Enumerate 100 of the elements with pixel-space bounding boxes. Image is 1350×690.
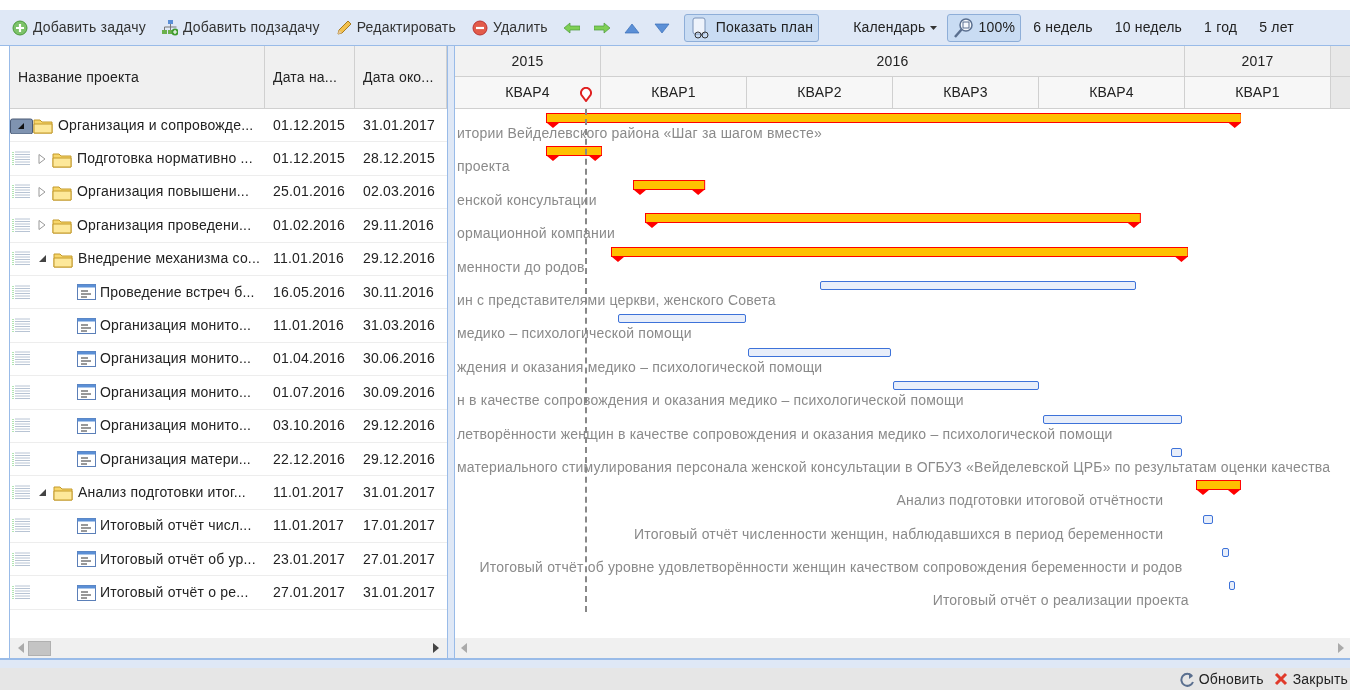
task-icon — [77, 551, 96, 568]
expand-toggle-icon[interactable] — [10, 116, 33, 135]
zoom-toggle[interactable]: 100% — [946, 13, 1022, 42]
pencil-icon — [335, 19, 352, 36]
expanded-arrow-icon[interactable] — [38, 254, 47, 264]
date-cell-text: 29.12.2016 — [362, 449, 437, 469]
tree-item-label[interactable]: Внедрение механизма со... — [78, 248, 261, 270]
toolbar-button[interactable]: Редактировать — [335, 17, 456, 38]
date-cell-text: 01.12.2015 — [272, 115, 347, 135]
tree-item-label[interactable]: Организация монито... — [100, 348, 252, 370]
arrow-left-icon[interactable] — [563, 21, 580, 34]
drag-handle-icon[interactable] — [12, 418, 31, 434]
summary-bar — [1196, 480, 1242, 496]
drag-handle-icon[interactable] — [12, 318, 31, 334]
scale-button[interactable]: 5 лет — [1259, 17, 1294, 38]
drag-handle-icon[interactable] — [12, 184, 31, 200]
folder-icon — [53, 483, 74, 502]
bar-label: енской консультации — [457, 192, 597, 208]
date-cell-text: 02.03.2016 — [362, 182, 437, 202]
drag-handle-icon[interactable] — [12, 551, 31, 567]
calendar-menu[interactable]: Календарь — [853, 17, 937, 38]
toolbar-button[interactable]: Добавить подзадачу — [161, 17, 320, 38]
triangle-up-icon[interactable] — [623, 21, 640, 34]
collapsed-arrow-icon[interactable] — [38, 153, 46, 164]
date-cell-text: 16.05.2016 — [272, 282, 347, 302]
column-header[interactable]: Дата на... — [265, 46, 355, 108]
task-icon — [77, 517, 96, 534]
column-header[interactable]: Название проекта — [10, 46, 265, 108]
scale-button[interactable]: 10 недель — [1114, 17, 1183, 38]
tree-item-label[interactable]: Анализ подготовки итог... — [78, 482, 246, 503]
date-cell-text: 30.11.2016 — [362, 282, 436, 302]
drag-handle-icon[interactable] — [12, 151, 31, 167]
task-bar — [1228, 581, 1236, 591]
tree-item-label[interactable]: Организация и сопровожде... — [58, 114, 254, 136]
scroll-left-icon[interactable] — [461, 643, 467, 653]
scrollbar-thumb[interactable] — [28, 640, 51, 656]
bar-label: Анализ подготовки итоговой отчётности — [896, 493, 1164, 509]
tree-item-label[interactable]: Итоговый отчёт об ур... — [100, 548, 256, 570]
bar-label: итории Вейделевского района «Шаг за шагом вместе» — [457, 126, 822, 141]
date-cell-text: 29.12.2016 — [362, 416, 437, 436]
date-cell-text: 17.01.2017 — [362, 516, 437, 536]
drag-handle-icon[interactable] — [12, 217, 31, 233]
caret-icon — [929, 25, 937, 30]
tree-item-label[interactable]: Организация монито... — [100, 315, 252, 337]
scale-button[interactable]: 6 недель — [1033, 17, 1093, 38]
year-header: 2015 — [455, 46, 601, 76]
toolbar-button[interactable]: Удалить — [472, 17, 548, 38]
expanded-arrow-icon[interactable] — [38, 488, 47, 497]
bar-label: материального стимулирования персонала женской консультации в ОГБУЗ «Вейделевской ЦРБ» по результатам оценки качества — [457, 459, 1331, 475]
toolbar-button[interactable]: Добавить задачу — [12, 17, 146, 38]
triangle-down-icon[interactable] — [653, 21, 670, 34]
footer-button[interactable]: Закрыть — [1273, 668, 1348, 690]
bar-label: проекта — [457, 159, 510, 175]
tree-item-label[interactable]: Подготовка нормативно ... — [77, 148, 253, 170]
folder-icon — [52, 216, 73, 235]
bar-label: летворённости женщин в качестве сопровождения и оказания медико – психологической помощи — [457, 426, 1113, 442]
arrow-right-icon[interactable] — [593, 21, 610, 34]
splitter[interactable] — [447, 46, 455, 658]
task-icon — [77, 350, 96, 367]
drag-handle-icon[interactable] — [12, 251, 31, 267]
drag-handle-icon[interactable] — [12, 585, 31, 601]
tree-item-label[interactable]: Организация матери... — [100, 448, 251, 470]
bar-label: н в качестве сопровождения и оказания медико – психологической помощи — [457, 393, 964, 409]
tree-item-label[interactable]: Организация монито... — [100, 415, 252, 437]
collapsed-arrow-icon[interactable] — [38, 186, 46, 197]
refresh-icon — [1179, 671, 1195, 687]
drag-handle-icon[interactable] — [12, 384, 31, 400]
scale-button[interactable]: 1 год — [1204, 17, 1238, 38]
scroll-right-icon[interactable] — [433, 643, 439, 653]
tree-item-label[interactable]: Итоговый отчёт числ... — [100, 515, 252, 537]
drag-handle-icon[interactable] — [12, 284, 31, 300]
date-cell-text: 01.02.2016 — [272, 215, 347, 235]
document-glasses-icon — [689, 16, 712, 39]
tree-item-label[interactable]: Итоговый отчёт о ре... — [100, 582, 249, 604]
quarter-header: КВАР3 — [893, 77, 1039, 108]
footer-button[interactable]: Обновить — [1179, 668, 1264, 690]
task-bar — [1203, 514, 1213, 524]
drag-handle-icon[interactable] — [12, 351, 31, 367]
tree-item-label[interactable]: Проведение встреч б... — [100, 281, 255, 303]
plan-toggle[interactable]: Показать план — [683, 13, 820, 42]
year-header: 2017 — [1185, 46, 1331, 76]
quarter-header: КВАР2 — [747, 77, 893, 108]
bar-label: Итоговый отчёт об уровне удовлетворённости женщин качеством сопровождения беременности и родов — [479, 560, 1183, 576]
collapsed-arrow-icon[interactable] — [38, 220, 46, 231]
tree-item-label[interactable]: Организация проведени... — [77, 214, 252, 236]
tree-item-label[interactable]: Организация повышени... — [77, 181, 250, 203]
task-icon — [77, 417, 96, 434]
date-cell-text: 31.01.2017 — [362, 115, 437, 135]
date-cell-text: 31.03.2016 — [362, 316, 437, 336]
bar-label: Итоговый отчёт численности женщин, наблюдавшихся в период беременности — [633, 526, 1164, 542]
folder-icon — [33, 116, 54, 135]
drag-handle-icon[interactable] — [12, 451, 31, 467]
drag-handle-icon[interactable] — [12, 518, 31, 534]
quarter-header: КВАР4 — [455, 77, 601, 108]
scroll-left-icon[interactable] — [18, 643, 24, 653]
drag-handle-icon[interactable] — [12, 485, 31, 500]
tree-item-label[interactable]: Организация монито... — [100, 381, 252, 403]
task-icon — [77, 317, 96, 334]
minus-circle-icon — [472, 19, 488, 36]
date-cell-text: 11.01.2017 — [272, 516, 346, 536]
